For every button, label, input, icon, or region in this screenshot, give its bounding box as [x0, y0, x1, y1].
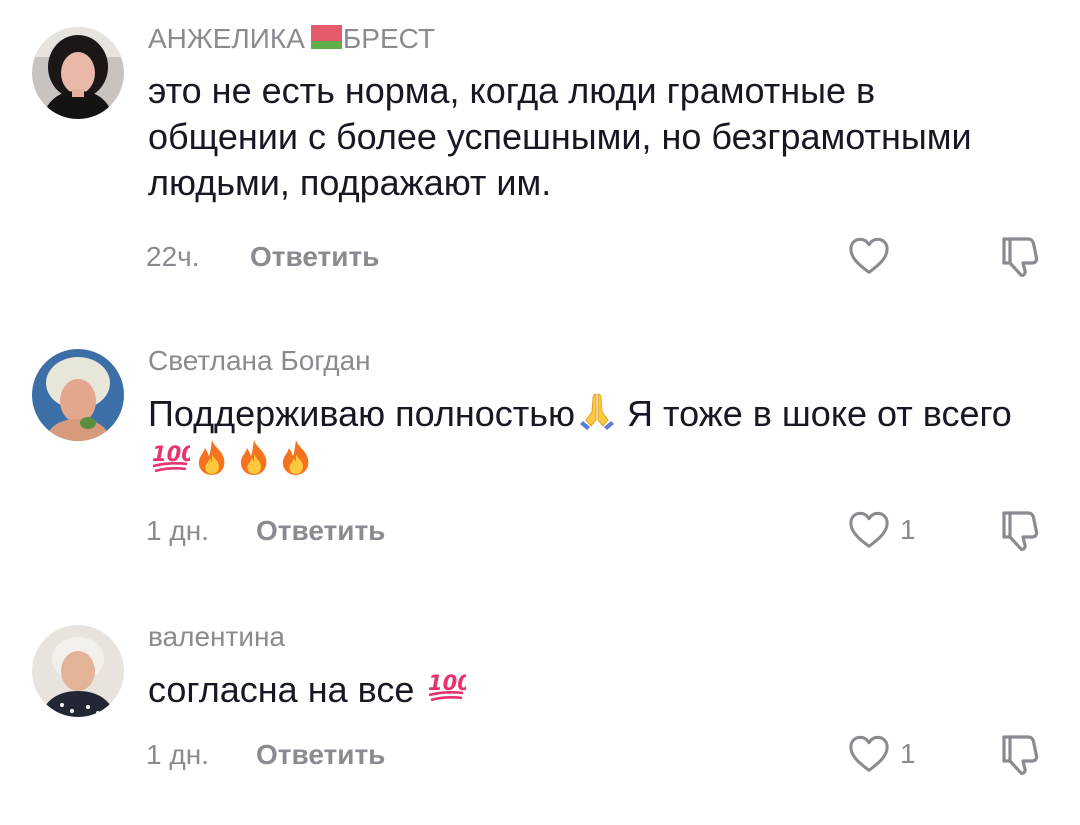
fire-icon: [276, 437, 316, 477]
comment-text-part: согласна на все: [148, 669, 425, 710]
fire-icon: [234, 437, 274, 477]
thumbs-down-icon: [998, 508, 1042, 552]
author-name-part: АНЖЕЛИКА: [148, 23, 305, 54]
author-name-part: БРЕСТ: [342, 23, 436, 54]
heart-icon: [848, 510, 890, 550]
avatar[interactable]: [32, 349, 124, 441]
comment-text: согласна на все: [148, 666, 1028, 713]
reply-button[interactable]: Ответить: [250, 240, 379, 274]
hundred-points-icon: [426, 666, 466, 706]
like-count: 1: [900, 738, 916, 769]
comment-text-part: Я тоже в шоке от всего: [616, 393, 1012, 434]
heart-icon: [848, 734, 890, 774]
comment-author[interactable]: АНЖЕЛИКА БРЕСТ: [148, 22, 435, 56]
like-button[interactable]: 1: [848, 734, 916, 774]
reply-button[interactable]: Ответить: [256, 514, 385, 548]
like-button[interactable]: [848, 236, 890, 276]
like-button[interactable]: 1: [848, 510, 916, 550]
comment-text: это не есть норма, когда люди грамотные …: [148, 70, 972, 203]
thumbs-down-icon: [998, 234, 1042, 278]
like-count: 1: [900, 514, 916, 545]
comment-text: Поддерживаю полностью Я тоже в шоке от в…: [148, 390, 1028, 484]
comment-text-part: Поддерживаю полностью: [148, 393, 575, 434]
comment-author[interactable]: валентина: [148, 620, 285, 654]
reply-button[interactable]: Ответить: [256, 738, 385, 772]
comment-time: 1 дн.: [146, 739, 209, 770]
avatar[interactable]: [32, 625, 124, 717]
comment-author[interactable]: Светлана Богдан: [148, 344, 371, 378]
dislike-button[interactable]: [998, 234, 1042, 278]
comment-time: 1 дн.: [146, 515, 209, 546]
comment-time: 22ч.: [146, 241, 200, 272]
heart-icon: [848, 236, 890, 276]
folded-hands-icon: [577, 390, 617, 430]
avatar[interactable]: [32, 27, 124, 119]
fire-icon: [192, 437, 232, 477]
dislike-button[interactable]: [998, 508, 1042, 552]
thumbs-down-icon: [998, 732, 1042, 776]
dislike-button[interactable]: [998, 732, 1042, 776]
hundred-points-icon: [150, 437, 190, 477]
belarus-flag-icon: [305, 25, 342, 49]
